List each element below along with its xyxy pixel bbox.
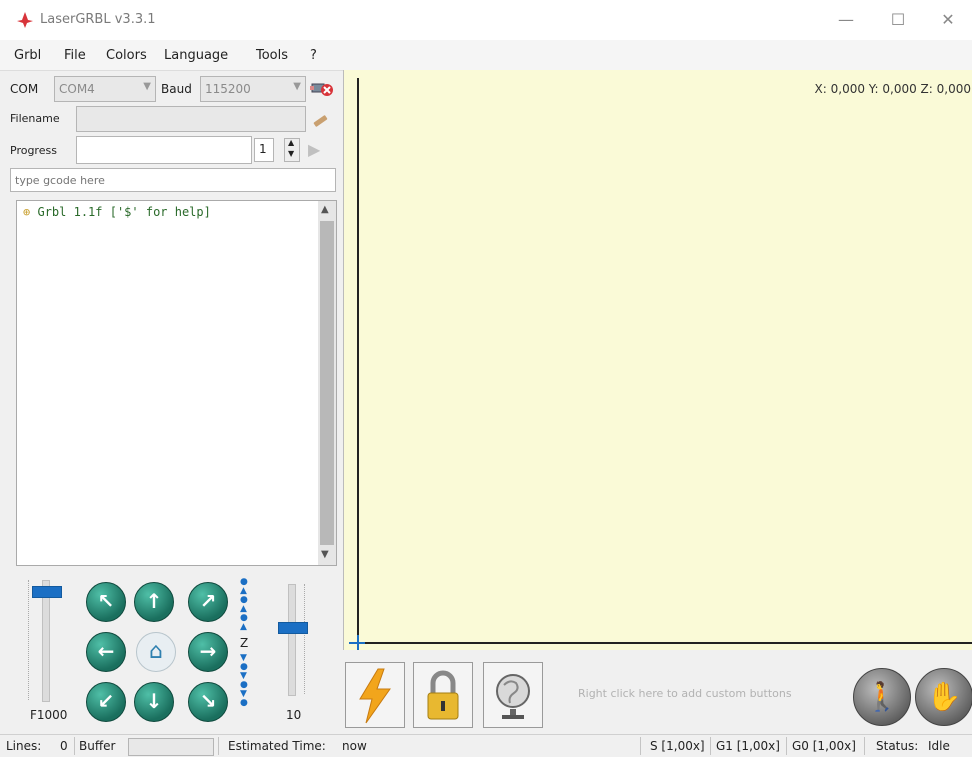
coordinates-readout: X: 0,000 Y: 0,000 Z: 0,000 <box>814 82 971 96</box>
copies-stepper[interactable]: ▲ ▼ <box>284 138 300 162</box>
filename-field[interactable] <box>76 106 306 132</box>
menu-colors[interactable]: Colors <box>106 48 147 63</box>
stepper-down-icon: ▼ <box>288 149 295 158</box>
status-bar: Lines: 0 Buffer Estimated Time: now S [1… <box>0 734 972 757</box>
unlock-button[interactable] <box>413 662 473 728</box>
estimated-time-label: Estimated Time: <box>228 739 326 753</box>
reset-button[interactable] <box>345 662 405 728</box>
step-value: 10 <box>286 708 302 722</box>
g0-override[interactable]: G0 [1,00x] <box>792 739 856 753</box>
chevron-down-icon: ▼ <box>293 81 301 92</box>
baud-rate-select[interactable]: 115200 ▼ <box>200 76 306 102</box>
grbl-status-icon: ⊕ <box>23 205 31 219</box>
separator <box>864 737 865 755</box>
scrollbar-thumb[interactable] <box>320 221 334 545</box>
padlock-icon <box>427 670 459 720</box>
jog-up-button[interactable]: ↑ <box>134 582 174 622</box>
left-panel: COM COM4 ▼ Baud 115200 ▼ Filename Progre… <box>8 70 338 742</box>
close-button[interactable]: ✕ <box>928 6 968 34</box>
copies-value: 1 <box>259 142 267 156</box>
gcode-input[interactable] <box>10 168 336 192</box>
window-title: LaserGRBL v3.3.1 <box>40 12 156 27</box>
speed-value: F1000 <box>30 708 68 722</box>
preview-canvas[interactable]: X: 0,000 Y: 0,000 Z: 0,000 <box>343 70 972 651</box>
origin-marker-h <box>349 642 365 644</box>
chevron-down-icon: ▼ <box>143 81 151 92</box>
lines-label: Lines: <box>6 739 42 753</box>
jog-down-right-button[interactable]: ↘ <box>188 682 228 722</box>
separator <box>710 737 711 755</box>
s-override[interactable]: S [1,00x] <box>650 739 705 753</box>
progress-label: Progress <box>10 144 57 157</box>
status-label: Status: <box>876 739 919 753</box>
lightning-icon <box>359 668 391 724</box>
separator <box>640 737 641 755</box>
step-slider-track[interactable] <box>288 584 296 696</box>
g1-override[interactable]: G1 [1,00x] <box>716 739 780 753</box>
separator <box>786 737 787 755</box>
buffer-bar <box>128 738 214 756</box>
title-bar: LaserGRBL v3.3.1 — ☐ ✕ <box>0 0 972 40</box>
menu-grbl[interactable]: Grbl <box>14 48 41 63</box>
copies-field[interactable]: 1 <box>254 138 274 162</box>
scroll-down-icon[interactable]: ▼ <box>321 549 329 560</box>
z-down-button[interactable]: ▼ ● ▼ ● ▼ ● <box>240 654 248 708</box>
speed-slider-track[interactable] <box>42 580 50 702</box>
minimize-button[interactable]: — <box>826 6 866 34</box>
menu-language[interactable]: Language <box>164 48 228 63</box>
jog-left-button[interactable]: ← <box>86 632 126 672</box>
menu-file[interactable]: File <box>64 48 86 63</box>
step-slider-ticks <box>304 584 313 694</box>
separator <box>218 737 219 755</box>
z-axis-label: Z <box>240 636 249 650</box>
run-play-icon[interactable]: ▶ <box>308 140 320 159</box>
filename-label: Filename <box>10 112 60 125</box>
progress-bar <box>76 136 252 164</box>
z-up-button[interactable]: ● ▲ ● ▲ ● ▲ <box>240 578 248 632</box>
separator <box>74 737 75 755</box>
connect-plug-icon[interactable] <box>308 76 334 100</box>
scroll-up-icon[interactable]: ▲ <box>321 204 329 215</box>
buffer-label: Buffer <box>79 739 116 753</box>
lines-value: 0 <box>60 739 68 753</box>
console-log: ⊕ Grbl 1.1f ['$' for help] ▲ ▼ <box>16 200 337 566</box>
home-icon: ⌂ <box>149 639 163 664</box>
x-axis-line <box>357 642 972 644</box>
home-button[interactable]: ⌂ <box>136 632 176 672</box>
com-port-select[interactable]: COM4 ▼ <box>54 76 156 102</box>
com-port-value: COM4 <box>59 82 95 96</box>
jog-down-left-button[interactable]: ↙ <box>86 682 126 722</box>
com-label: COM <box>10 82 39 96</box>
jog-down-button[interactable]: ↓ <box>134 682 174 722</box>
action-toolbar: Right click here to add custom buttons 🚶… <box>343 650 972 734</box>
estimated-time-value: now <box>342 739 367 753</box>
menu-help[interactable]: ? <box>310 48 317 63</box>
globe-icon <box>496 674 530 719</box>
menu-bar: Grbl File Colors Language Tools ? <box>0 40 972 71</box>
stepper-up-icon: ▲ <box>288 138 295 147</box>
status-value: Idle <box>928 739 950 753</box>
walking-man-icon: 🚶 <box>864 680 900 713</box>
safety-door-button[interactable]: 🚶 <box>853 668 911 726</box>
step-slider-thumb[interactable] <box>278 622 308 634</box>
homing-globe-button[interactable] <box>483 662 543 728</box>
speed-slider-ticks <box>28 580 37 700</box>
custom-buttons-hint[interactable]: Right click here to add custom buttons <box>578 687 792 700</box>
stop-button[interactable]: ✋ <box>915 668 972 726</box>
stop-hand-icon: ✋ <box>926 680 962 713</box>
maximize-button[interactable]: ☐ <box>878 6 918 34</box>
laser-logo-icon <box>17 12 33 28</box>
jog-panel: F1000 ↖ ↑ ↗ ← ⌂ → ↙ ↓ ↘ ● ▲ ● ▲ ● ▲ Z ▼ ● ▼ ● ▼ ● … <box>8 570 338 742</box>
open-file-icon[interactable] <box>310 108 332 130</box>
y-axis-line <box>357 78 359 648</box>
jog-up-left-button[interactable]: ↖ <box>86 582 126 622</box>
console-scrollbar[interactable]: ▲ ▼ <box>318 201 336 565</box>
baud-rate-value: 115200 <box>205 82 251 96</box>
baud-label: Baud <box>161 82 192 96</box>
speed-slider-thumb[interactable] <box>32 586 62 598</box>
console-line: ⊕ Grbl 1.1f ['$' for help] <box>23 205 211 219</box>
jog-right-button[interactable]: → <box>188 632 228 672</box>
menu-tools[interactable]: Tools <box>256 48 288 63</box>
jog-up-right-button[interactable]: ↗ <box>188 582 228 622</box>
